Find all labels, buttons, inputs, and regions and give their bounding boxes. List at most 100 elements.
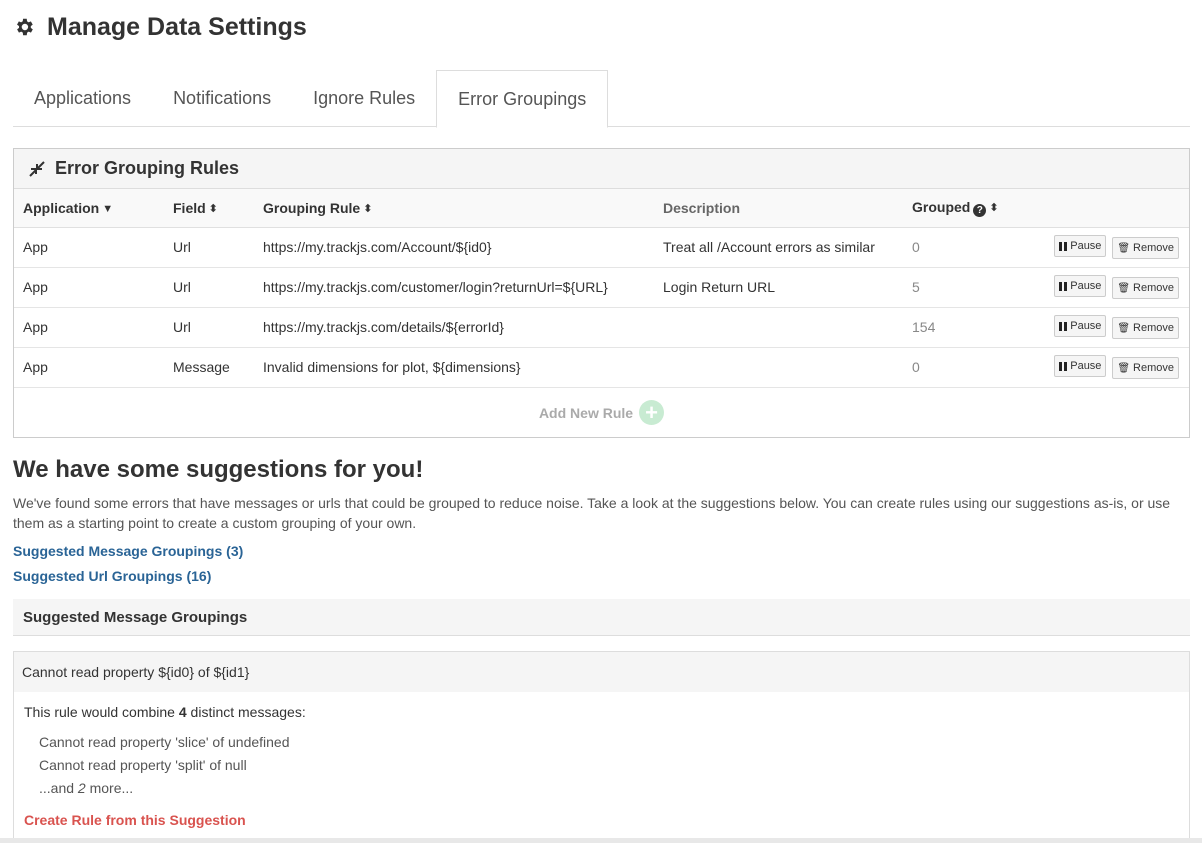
- trash-icon: 🗑: [1117, 322, 1131, 334]
- example-messages: Cannot read property 'slice' of undefine…: [24, 734, 1179, 803]
- column-grouped[interactable]: Grouped? ⬍: [903, 189, 1033, 228]
- more-count: 2: [77, 780, 86, 796]
- add-new-rule-button[interactable]: Add New Rule +: [14, 388, 1189, 438]
- cell-application: App: [14, 227, 164, 268]
- remove-button[interactable]: 🗑 Remove: [1112, 317, 1179, 339]
- tab-notifications[interactable]: Notifications: [152, 70, 292, 127]
- cell-description: Login Return URL: [654, 267, 903, 308]
- column-label: Field: [173, 199, 206, 216]
- cell-application: App: [14, 267, 164, 308]
- table-row: App Message Invalid dimensions for plot,…: [14, 347, 1189, 388]
- suggestion-rule: Cannot read property ${id0} of ${id1}: [14, 652, 1189, 692]
- remove-label: Remove: [1133, 282, 1174, 294]
- settings-tabs: Applications Notifications Ignore Rules …: [13, 70, 1190, 128]
- cell-description: [654, 307, 903, 348]
- remove-label: Remove: [1133, 322, 1174, 334]
- gear-icon: [13, 16, 35, 38]
- tab-applications[interactable]: Applications: [13, 70, 152, 127]
- add-new-rule-label: Add New Rule: [538, 404, 634, 421]
- suggested-url-groupings-link[interactable]: Suggested Url Groupings (16): [13, 568, 211, 584]
- suggested-message-groupings-link[interactable]: Suggested Message Groupings (3): [13, 543, 243, 559]
- cell-description: Treat all /Account errors as similar: [654, 227, 903, 268]
- page-title: Manage Data Settings: [47, 12, 307, 41]
- compress-icon: [29, 160, 45, 177]
- combine-count: 4: [178, 704, 187, 720]
- more-prefix: ...and: [39, 780, 75, 796]
- rules-table: Application ▼ Field ⬍ Grouping Rule ⬍ Descr…: [14, 189, 1189, 388]
- pause-button[interactable]: Pause: [1054, 275, 1107, 297]
- column-label: Grouped: [912, 198, 971, 215]
- cell-field: Message: [164, 347, 254, 388]
- table-row: App Url https://my.trackjs.com/Account/$…: [14, 227, 1189, 268]
- column-label: Description: [663, 199, 741, 216]
- cell-rule: https://my.trackjs.com/Account/${id0}: [254, 227, 654, 268]
- pause-button[interactable]: Pause: [1054, 315, 1107, 337]
- pause-icon: [1059, 361, 1068, 371]
- panel-title: Error Grouping Rules: [55, 158, 240, 178]
- remove-button[interactable]: 🗑 Remove: [1112, 237, 1179, 259]
- pause-button[interactable]: Pause: [1054, 355, 1107, 377]
- pause-icon: [1059, 281, 1068, 291]
- pause-label: Pause: [1070, 360, 1102, 372]
- suggestion-body: This rule would combine 4 distinct messa…: [14, 692, 1189, 840]
- cell-field: Url: [164, 227, 254, 268]
- trash-icon: 🗑: [1117, 282, 1131, 294]
- suggested-message-groupings-header: Suggested Message Groupings: [13, 599, 1190, 636]
- pause-label: Pause: [1070, 320, 1102, 332]
- cell-grouped: 154: [903, 307, 1033, 348]
- remove-button[interactable]: 🗑 Remove: [1112, 357, 1179, 379]
- pause-icon: [1059, 241, 1068, 251]
- column-grouping-rule[interactable]: Grouping Rule ⬍: [254, 189, 654, 228]
- cell-application: App: [14, 347, 164, 388]
- combine-summary: This rule would combine 4 distinct messa…: [24, 704, 1179, 720]
- cell-field: Url: [164, 307, 254, 348]
- tab-ignore-rules[interactable]: Ignore Rules: [292, 70, 436, 127]
- cell-grouped: 5: [903, 267, 1033, 308]
- suggestions-description: We've found some errors that have messag…: [13, 495, 1171, 531]
- trash-icon: 🗑: [1117, 242, 1131, 254]
- combine-suffix: distinct messages:: [190, 704, 306, 720]
- combine-prefix: This rule would combine: [24, 704, 175, 720]
- suggestions-heading: We have some suggestions for you!: [13, 456, 424, 483]
- cell-grouped: 0: [903, 347, 1033, 388]
- pause-label: Pause: [1070, 280, 1102, 292]
- pause-button[interactable]: Pause: [1054, 235, 1107, 257]
- sort-desc-icon: ▼: [102, 202, 114, 215]
- cell-field: Url: [164, 267, 254, 308]
- example-message: Cannot read property 'split' of null: [39, 757, 247, 773]
- cell-rule: https://my.trackjs.com/details/${errorId…: [254, 307, 654, 348]
- page-header: Manage Data Settings: [13, 10, 307, 44]
- tab-error-groupings[interactable]: Error Groupings: [436, 70, 609, 128]
- column-label: Grouping Rule: [263, 199, 361, 216]
- sort-icon: ⬍: [208, 202, 218, 215]
- remove-label: Remove: [1133, 362, 1174, 374]
- table-row: App Url https://my.trackjs.com/details/$…: [14, 307, 1189, 348]
- cell-actions: Pause 🗑 Remove: [1033, 267, 1189, 308]
- horizontal-scrollbar[interactable]: [0, 838, 1202, 843]
- cell-application: App: [14, 307, 164, 348]
- panel-header: Error Grouping Rules: [14, 149, 1189, 189]
- cell-rule: https://my.trackjs.com/customer/login?re…: [254, 267, 654, 308]
- remove-button[interactable]: 🗑 Remove: [1112, 277, 1179, 299]
- cell-rule: Invalid dimensions for plot, ${dimension…: [254, 347, 654, 388]
- example-message: Cannot read property 'slice' of undefine…: [39, 734, 290, 750]
- sort-icon: ⬍: [363, 202, 373, 215]
- table-row: App Url https://my.trackjs.com/customer/…: [14, 267, 1189, 308]
- error-grouping-rules-panel: Error Grouping Rules Application ▼ Field ⬍…: [13, 148, 1190, 438]
- help-icon[interactable]: ?: [973, 203, 987, 217]
- suggestion-card: Cannot read property ${id0} of ${id1} Th…: [13, 651, 1190, 843]
- column-field[interactable]: Field ⬍: [164, 189, 254, 228]
- column-description: Description: [654, 189, 903, 228]
- plus-circle-icon: +: [639, 400, 665, 425]
- column-label: Application: [23, 199, 100, 216]
- more-messages: ...and 2 more...: [39, 780, 1179, 803]
- create-rule-link[interactable]: Create Rule from this Suggestion: [24, 812, 246, 828]
- cell-actions: Pause 🗑 Remove: [1033, 307, 1189, 348]
- trash-icon: 🗑: [1117, 362, 1131, 374]
- cell-grouped: 0: [903, 227, 1033, 268]
- cell-description: [654, 347, 903, 388]
- column-application[interactable]: Application ▼: [14, 189, 164, 228]
- column-actions: [1033, 189, 1189, 228]
- cell-actions: Pause 🗑 Remove: [1033, 227, 1189, 268]
- more-suffix: more...: [89, 780, 134, 796]
